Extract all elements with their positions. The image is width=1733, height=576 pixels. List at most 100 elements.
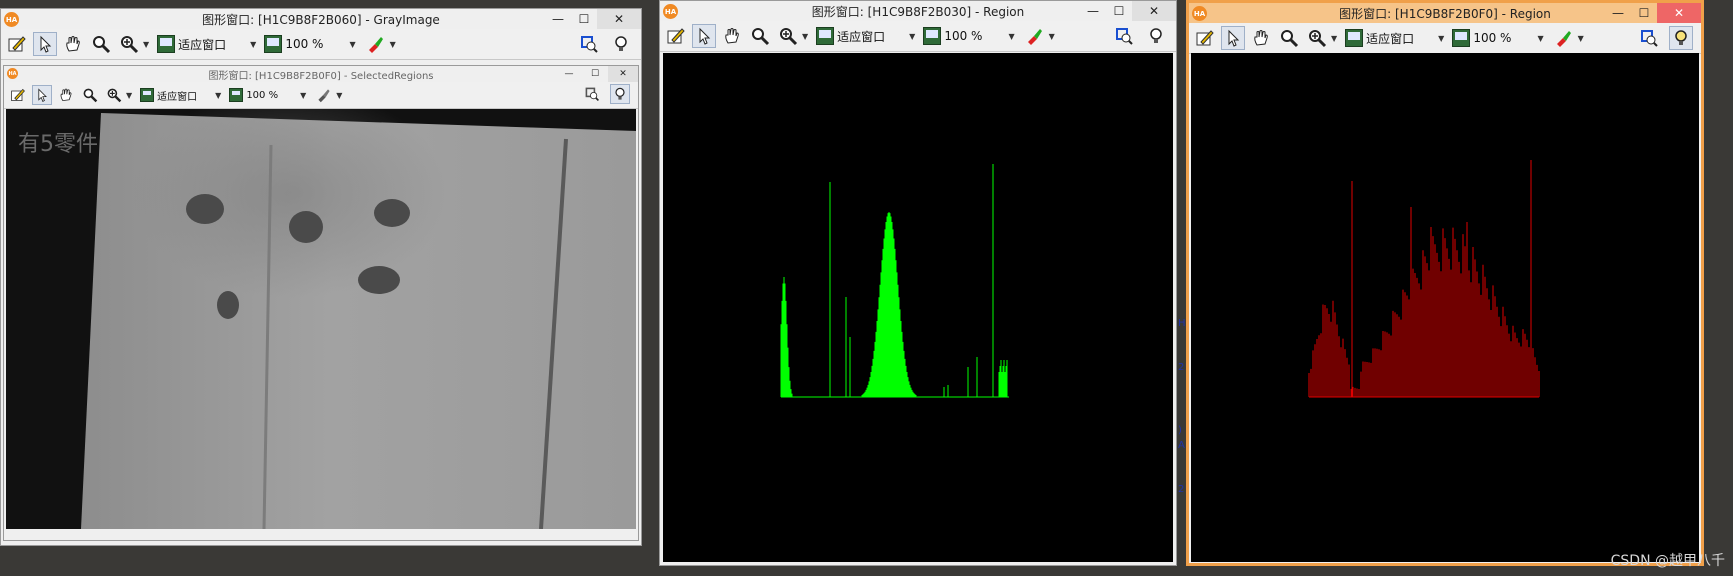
zoom-in-icon[interactable] xyxy=(117,32,141,56)
zoom-icon xyxy=(229,88,244,102)
lightbulb-icon[interactable] xyxy=(610,84,630,104)
zoom-icon xyxy=(923,27,942,45)
zoom-in-icon[interactable] xyxy=(1305,26,1329,50)
inspect-icon[interactable] xyxy=(577,32,601,56)
hand-icon[interactable] xyxy=(1249,26,1273,50)
chevron-down-icon[interactable]: ▼ xyxy=(143,40,149,49)
fit-window-combo[interactable]: 适应窗口 xyxy=(140,88,197,103)
sub-toolbar: ▼ 适应窗口 ▼ 100 % ▼ ▼ xyxy=(4,82,638,109)
fit-window-icon xyxy=(1345,29,1364,47)
watermark-text: CSDN @越甲八千 xyxy=(1610,553,1725,569)
chevron-down-icon[interactable]: ▼ xyxy=(1438,34,1444,43)
pencil-icon[interactable] xyxy=(664,24,688,48)
minimize-button[interactable]: — xyxy=(545,9,571,29)
inspect-icon[interactable] xyxy=(1112,24,1136,48)
chevron-down-icon[interactable]: ▼ xyxy=(909,32,915,41)
magnifier-icon[interactable] xyxy=(748,24,772,48)
fit-window-combo[interactable]: 适应窗口 xyxy=(1345,29,1414,47)
chevron-down-icon[interactable]: ▼ xyxy=(126,91,132,100)
lightbulb-icon[interactable] xyxy=(609,32,633,56)
close-button[interactable]: ✕ xyxy=(1132,1,1176,21)
green-region-window: HA 图形窗口: [H1C9B8F2B030] - Region — ☐ ✕ ▼… xyxy=(659,0,1177,566)
fit-window-combo[interactable]: 适应窗口 xyxy=(816,27,885,45)
chevron-down-icon[interactable]: ▼ xyxy=(1049,32,1055,41)
minimize-button[interactable]: — xyxy=(556,66,582,82)
pencil-icon[interactable] xyxy=(8,85,28,105)
chevron-down-icon[interactable]: ▼ xyxy=(250,40,256,49)
chevron-down-icon[interactable]: ▼ xyxy=(1008,32,1014,41)
lightbulb-icon[interactable] xyxy=(1144,24,1168,48)
hand-icon[interactable] xyxy=(56,85,76,105)
pencil-icon[interactable] xyxy=(5,32,29,56)
paint-icon[interactable] xyxy=(1552,26,1576,50)
fit-window-icon xyxy=(816,27,835,45)
green-region-canvas[interactable] xyxy=(663,53,1173,562)
pointer-icon[interactable] xyxy=(33,32,57,56)
close-button[interactable]: ✕ xyxy=(608,66,638,82)
magnifier-icon[interactable] xyxy=(89,32,113,56)
chevron-down-icon[interactable]: ▼ xyxy=(802,32,808,41)
inspect-icon[interactable] xyxy=(582,84,602,104)
fit-window-icon xyxy=(157,35,176,53)
maximize-button[interactable]: ☐ xyxy=(1631,3,1657,23)
green-window-titlebar[interactable]: HA 图形窗口: [H1C9B8F2B030] - Region — ☐ ✕ xyxy=(660,1,1176,21)
main-toolbar: ▼ 适应窗口 ▼ 100 % ▼ ▼ xyxy=(660,21,1176,52)
desktop-fragment: ) xyxy=(1178,425,1182,436)
chevron-down-icon[interactable]: ▼ xyxy=(1537,34,1543,43)
halcon-logo-icon: HA xyxy=(663,4,678,19)
close-button[interactable]: ✕ xyxy=(1657,3,1701,23)
close-button[interactable]: ✕ xyxy=(597,9,641,29)
zoom-combo[interactable]: 100 % xyxy=(923,27,982,45)
chevron-down-icon[interactable]: ▼ xyxy=(215,91,221,100)
gray-image-window: HA 图形窗口: [H1C9B8F2B060] - GrayImage — ☐ … xyxy=(0,8,642,546)
pointer-icon[interactable] xyxy=(1221,26,1245,50)
magnifier-icon[interactable] xyxy=(1277,26,1301,50)
inspect-icon[interactable] xyxy=(1637,26,1661,50)
zoom-combo[interactable]: 100 % xyxy=(229,88,278,102)
part-hole xyxy=(289,211,323,243)
selected-regions-window: HA 图形窗口: [H1C9B8F2B0F0] - SelectedRegion… xyxy=(3,65,639,541)
pencil-icon[interactable] xyxy=(1193,26,1217,50)
part-hole xyxy=(358,266,400,294)
magnifier-icon[interactable] xyxy=(80,85,100,105)
paint-icon[interactable] xyxy=(1023,24,1047,48)
zoom-icon xyxy=(264,35,283,53)
chevron-down-icon[interactable]: ▼ xyxy=(390,40,396,49)
zoom-combo[interactable]: 100 % xyxy=(264,35,323,53)
fit-window-combo[interactable]: 适应窗口 xyxy=(157,35,226,53)
zoom-in-icon[interactable] xyxy=(104,85,124,105)
paint-icon[interactable] xyxy=(364,32,388,56)
part-count-text: 有5零件 xyxy=(18,132,98,157)
lightbulb-icon[interactable] xyxy=(1669,26,1693,50)
hand-icon[interactable] xyxy=(720,24,744,48)
window-title: 图形窗口: [H1C9B8F2B0F0] - SelectedRegions xyxy=(208,70,434,82)
fit-window-icon xyxy=(140,88,155,102)
chevron-down-icon[interactable]: ▼ xyxy=(1331,34,1337,43)
halcon-logo-icon: HA xyxy=(1192,6,1207,21)
hand-icon[interactable] xyxy=(61,32,85,56)
pointer-icon[interactable] xyxy=(692,24,716,48)
chevron-down-icon[interactable]: ▼ xyxy=(336,91,342,100)
halcon-logo-icon: HA xyxy=(7,68,18,79)
zoom-in-icon[interactable] xyxy=(776,24,800,48)
maximize-button[interactable]: ☐ xyxy=(582,66,608,82)
paint-icon[interactable] xyxy=(314,85,334,105)
main-toolbar: ▼ 适应窗口 ▼ 100 % ▼ ▼ xyxy=(1,29,641,60)
gray-image-canvas[interactable]: 有5零件 xyxy=(6,109,636,529)
main-toolbar: ▼ 适应窗口 ▼ 100 % ▼ ▼ xyxy=(1189,23,1701,54)
chevron-down-icon[interactable]: ▼ xyxy=(349,40,355,49)
maximize-button[interactable]: ☐ xyxy=(1106,1,1132,21)
red-region-window: HA 图形窗口: [H1C9B8F2B0F0] - Region — ☐ ✕ ▼… xyxy=(1186,0,1704,566)
red-region-canvas[interactable] xyxy=(1191,53,1699,562)
selected-regions-titlebar[interactable]: HA 图形窗口: [H1C9B8F2B0F0] - SelectedRegion… xyxy=(4,66,638,82)
red-window-titlebar[interactable]: HA 图形窗口: [H1C9B8F2B0F0] - Region — ☐ ✕ xyxy=(1189,3,1701,23)
zoom-combo[interactable]: 100 % xyxy=(1452,29,1511,47)
pointer-icon[interactable] xyxy=(32,85,52,105)
minimize-button[interactable]: — xyxy=(1605,3,1631,23)
gray-window-titlebar[interactable]: HA 图形窗口: [H1C9B8F2B060] - GrayImage — ☐ … xyxy=(1,9,641,29)
maximize-button[interactable]: ☐ xyxy=(571,9,597,29)
chevron-down-icon[interactable]: ▼ xyxy=(300,91,306,100)
minimize-button[interactable]: — xyxy=(1080,1,1106,21)
chevron-down-icon[interactable]: ▼ xyxy=(1578,34,1584,43)
part-hole xyxy=(374,199,410,227)
